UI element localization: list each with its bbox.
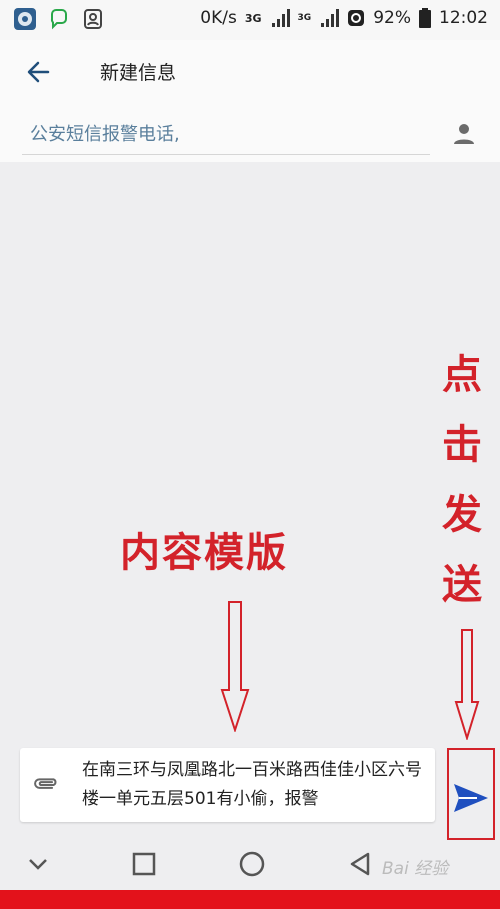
annotation-send-char-4: 送 [442,562,482,608]
watermark: Bai 经验 [382,859,449,879]
back-button[interactable] [20,54,56,90]
back-nav-button[interactable] [344,848,376,880]
chevron-down-icon [29,859,47,870]
chat-notification-icon [48,8,70,30]
paperclip-icon [34,778,57,789]
app-notification-icon [14,8,36,30]
annotation-send-label: 点 击 发 送 [432,340,492,620]
signal-icon-2 [321,9,340,27]
recipient-field[interactable]: 公安短信报警电话, [30,120,180,146]
battery-percent: 92% [373,8,411,28]
compose-bar: 在南三环与凤凰路北一百米路西佳佳小区六号楼一单元五层501有小偷，报警 [20,748,435,822]
recipient-underline [22,154,430,155]
battery-icon [419,8,431,28]
person-icon [454,124,474,144]
navigation-bar: Bai 经验 [0,840,500,888]
annotation-send-char-2: 击 [442,422,482,468]
network-type: 3G [244,11,262,25]
network-type-small: 3G [297,13,312,23]
add-contact-button[interactable] [450,120,478,148]
page-title: 新建信息 [100,62,177,84]
arrow-left-icon [27,61,50,83]
send-button[interactable] [448,776,492,820]
attach-button[interactable] [30,770,60,800]
annotation-send-char-1: 点 [442,352,482,398]
annotation-arrow-down-icon-2 [454,629,480,740]
dnd-icon [348,10,365,26]
recents-button[interactable] [128,848,160,880]
status-bar: 0K/s 3G 3G 92% 12:02 [0,0,500,40]
hide-keyboard-button[interactable] [22,848,54,880]
annotation-template-label: 内容模版 [120,530,288,576]
send-icon [454,784,488,812]
triangle-back-icon [350,852,370,876]
app-bar: 新建信息 [0,40,500,105]
network-speed: 0K/s [200,8,237,28]
annotation-send-char-3: 发 [442,492,482,538]
annotation-arrow-down-icon [220,601,250,732]
contacts-notification-icon [82,8,104,30]
message-input[interactable]: 在南三环与凤凰路北一百米路西佳佳小区六号楼一单元五层501有小偷，报警 [82,756,422,814]
circle-icon [239,851,265,877]
recipient-row: 公安短信报警电话, [0,104,500,162]
clock: 12:02 [439,8,488,28]
home-button[interactable] [236,848,268,880]
signal-icon [271,9,290,27]
bottom-red-band [0,890,500,909]
square-icon [132,852,156,876]
